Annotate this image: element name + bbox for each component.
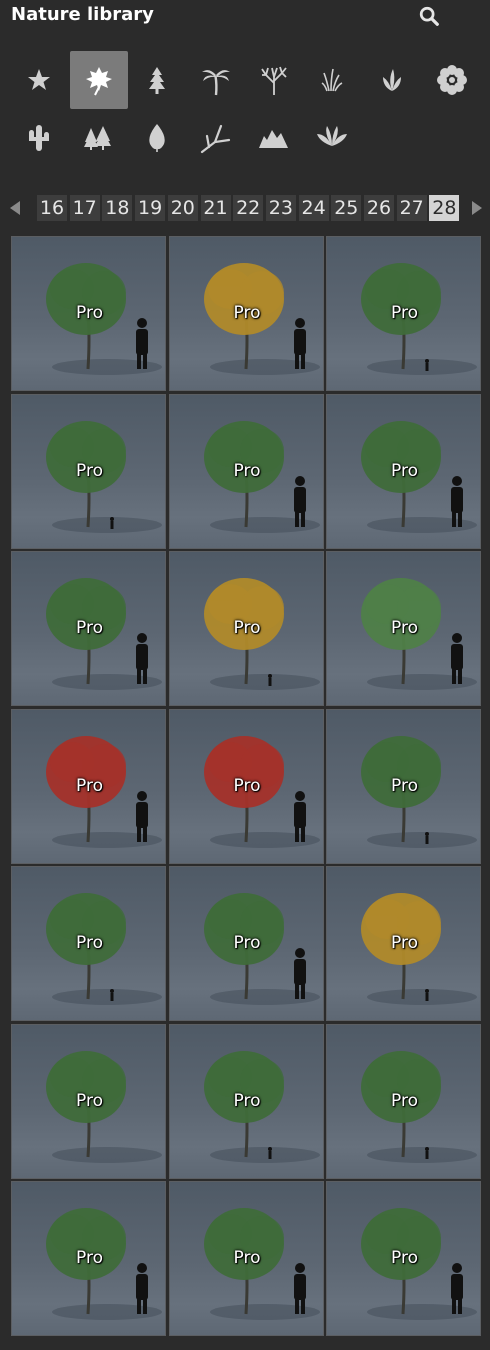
category-favorites[interactable] xyxy=(10,51,68,109)
asset-tile[interactable]: Pro xyxy=(326,708,481,864)
asset-tile[interactable]: Pro xyxy=(326,393,481,549)
page-25[interactable]: 25 xyxy=(331,195,362,221)
asset-tile[interactable]: Pro xyxy=(168,551,324,706)
page-18[interactable]: 18 xyxy=(102,195,133,221)
category-flower[interactable] xyxy=(423,51,481,109)
asset-tile[interactable]: Pro xyxy=(11,236,166,391)
fern-icon xyxy=(317,126,347,146)
forest-icon xyxy=(84,126,111,150)
pro-badge: Pro xyxy=(76,1090,103,1111)
pro-badge: Pro xyxy=(233,775,261,796)
asset-tile[interactable]: Pro xyxy=(11,393,166,549)
pro-badge: Pro xyxy=(391,1248,418,1268)
branch-icon xyxy=(200,124,231,154)
search-icon[interactable] xyxy=(418,5,440,27)
asset-tile[interactable]: Pro xyxy=(168,236,324,391)
category-rocks[interactable] xyxy=(245,108,303,166)
category-cactus[interactable] xyxy=(10,108,68,166)
category-bare-tree[interactable] xyxy=(245,51,303,109)
asset-tile[interactable]: Pro xyxy=(11,1181,166,1336)
asset-tile[interactable]: Pro xyxy=(326,236,481,391)
page-24[interactable]: 24 xyxy=(298,195,329,221)
bare-tree-icon xyxy=(261,66,287,95)
page-20[interactable]: 20 xyxy=(167,195,198,221)
category-fern[interactable] xyxy=(303,108,361,166)
pro-badge: Pro xyxy=(233,1248,261,1268)
star-icon xyxy=(28,69,50,90)
category-palm[interactable] xyxy=(187,51,245,109)
page-28[interactable]: 28 xyxy=(429,195,460,221)
pro-badge: Pro xyxy=(233,460,261,481)
category-leaf[interactable] xyxy=(70,51,128,109)
cactus-icon xyxy=(29,125,49,151)
chevron-left-icon[interactable] xyxy=(6,198,26,218)
category-grass[interactable] xyxy=(303,51,361,109)
asset-tile[interactable]: Pro xyxy=(326,551,481,706)
flower-icon xyxy=(437,65,467,95)
pro-badge: Pro xyxy=(76,460,103,481)
category-forest[interactable] xyxy=(68,108,126,166)
pro-badge: Pro xyxy=(76,618,103,638)
plant-icon xyxy=(383,69,401,91)
page-19[interactable]: 19 xyxy=(135,195,166,221)
pro-badge: Pro xyxy=(76,933,103,953)
single-leaf-icon xyxy=(149,124,165,152)
asset-tile[interactable]: Pro xyxy=(11,1023,166,1179)
category-plant[interactable] xyxy=(363,51,421,109)
asset-tile[interactable]: Pro xyxy=(168,393,324,549)
page-27[interactable]: 27 xyxy=(396,195,427,221)
page-23[interactable]: 23 xyxy=(265,195,296,221)
pro-badge: Pro xyxy=(391,1090,418,1111)
page-16[interactable]: 16 xyxy=(37,195,67,221)
pro-badge: Pro xyxy=(233,1090,261,1111)
panel-title: Nature library xyxy=(11,4,154,25)
asset-tile[interactable]: Pro xyxy=(11,551,166,706)
asset-tile[interactable]: Pro xyxy=(168,708,324,864)
pro-badge: Pro xyxy=(391,303,418,323)
pro-badge: Pro xyxy=(233,303,261,323)
page-22[interactable]: 22 xyxy=(233,195,264,221)
pro-badge: Pro xyxy=(76,1248,103,1268)
asset-tile[interactable]: Pro xyxy=(326,1023,481,1179)
pro-badge: Pro xyxy=(391,460,418,481)
asset-tile[interactable]: Pro xyxy=(326,1181,481,1336)
page-21[interactable]: 21 xyxy=(200,195,231,221)
pro-badge: Pro xyxy=(233,933,261,953)
asset-tile[interactable]: Pro xyxy=(11,866,166,1021)
asset-tile[interactable]: Pro xyxy=(168,1181,324,1336)
asset-tile[interactable]: Pro xyxy=(326,866,481,1021)
category-branch[interactable] xyxy=(187,108,245,166)
asset-tile[interactable]: Pro xyxy=(168,866,324,1021)
page-17[interactable]: 17 xyxy=(69,195,100,221)
asset-tile[interactable]: Pro xyxy=(168,1023,324,1179)
palm-icon xyxy=(202,70,230,96)
category-conifer[interactable] xyxy=(128,51,186,109)
pro-badge: Pro xyxy=(76,303,103,323)
grass-icon xyxy=(321,68,343,92)
pro-badge: Pro xyxy=(391,775,418,796)
conifer-icon xyxy=(149,67,165,94)
leaf-icon xyxy=(86,67,112,96)
asset-tile[interactable]: Pro xyxy=(11,708,166,864)
category-toolbar xyxy=(0,48,490,168)
pro-badge: Pro xyxy=(76,775,103,796)
pro-badge: Pro xyxy=(233,618,261,638)
panel-header: Nature library xyxy=(0,0,490,32)
category-single-leaf[interactable] xyxy=(128,108,186,166)
pagination: 16 17 18 19 20 21 22 23 24 25 26 27 28 xyxy=(0,193,490,223)
page-26[interactable]: 26 xyxy=(364,195,394,221)
pro-badge: Pro xyxy=(391,618,418,638)
rocks-icon xyxy=(259,130,288,148)
pro-badge: Pro xyxy=(391,933,418,953)
chevron-right-icon[interactable] xyxy=(466,198,486,218)
